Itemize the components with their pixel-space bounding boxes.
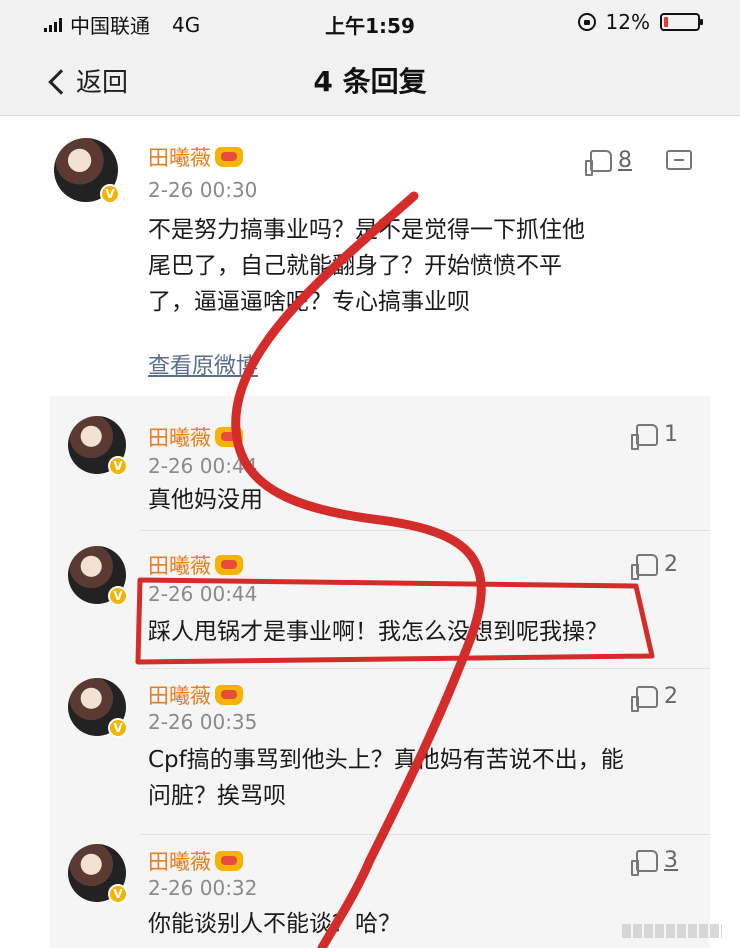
nav-bar: 返回 4 条回复 <box>0 44 740 116</box>
username-row: 田曦薇 <box>148 680 243 710</box>
avatar[interactable]: V <box>68 678 128 738</box>
timestamp: 2-26 00:32 <box>148 876 258 900</box>
username-row: 田曦薇 <box>148 846 243 876</box>
username[interactable]: 田曦薇 <box>148 680 211 710</box>
username[interactable]: 田曦薇 <box>148 846 211 876</box>
divider <box>140 668 710 669</box>
battery-percent: 12% <box>605 10 650 34</box>
avatar[interactable]: V <box>68 416 128 476</box>
timestamp: 2-26 00:35 <box>148 710 258 734</box>
timestamp: 2-26 00:44 <box>148 582 258 606</box>
like-count: 3 <box>664 848 678 873</box>
verified-icon: V <box>108 884 128 904</box>
timestamp: 2-26 00:30 <box>148 178 258 202</box>
comment-icon[interactable] <box>666 150 692 170</box>
avatar[interactable]: V <box>68 844 128 904</box>
thumbs-up-icon <box>631 685 658 712</box>
like-count: 1 <box>664 422 678 447</box>
comment-line: 尾巴了，自己就能翻身了？开始愤愤不平 <box>148 253 562 279</box>
verified-icon: V <box>108 456 128 476</box>
status-right: 12% <box>577 10 703 34</box>
verified-icon: V <box>108 718 128 738</box>
username-row: 田曦薇 <box>148 142 243 172</box>
reply-text: 你能谈别人不能谈？哈？ <box>148 906 401 942</box>
page-title: 4 条回复 <box>313 65 427 98</box>
like-count: 2 <box>664 552 678 577</box>
crown-badge-icon <box>215 685 243 705</box>
reply-line: 踩人甩锅才是事业啊！我怎么没想到呢我操？ <box>148 619 608 645</box>
reply-text: 踩人甩锅才是事业啊！我怎么没想到呢我操？ <box>148 614 608 650</box>
thumbs-up-icon <box>631 423 658 450</box>
crown-badge-icon <box>215 427 243 447</box>
like-count: 2 <box>664 684 678 709</box>
like-button[interactable]: 8 <box>585 148 632 176</box>
divider <box>140 530 710 531</box>
reply-text: Cpf搞的事骂到他头上？真他妈有苦说不出，能 问脏？挨骂呗 <box>148 742 624 814</box>
username[interactable]: 田曦薇 <box>148 422 211 452</box>
like-button[interactable]: 1 <box>631 422 678 450</box>
reply-text: 真他妈没用 <box>148 482 263 518</box>
username[interactable]: 田曦薇 <box>148 142 211 172</box>
like-count: 8 <box>618 148 632 173</box>
reply-line: 你能谈别人不能谈？哈？ <box>148 911 401 937</box>
main-comment: V 田曦薇 2-26 00:30 8 不是努力搞事业吗？是不是觉得一下抓住他 尾… <box>0 116 740 396</box>
avatar[interactable]: V <box>68 546 128 606</box>
verified-icon: V <box>100 184 120 204</box>
like-button[interactable]: 2 <box>631 684 678 712</box>
status-bar: 中国联通 4G 上午1:59 12% <box>0 0 740 44</box>
comment-text: 不是努力搞事业吗？是不是觉得一下抓住他 尾巴了，自己就能翻身了？开始愤愤不平 了… <box>148 212 585 320</box>
reply-line: Cpf搞的事骂到他头上？真他妈有苦说不出，能 <box>148 747 624 773</box>
comment-line: 了，逼逼逼啥呢？专心搞事业呗 <box>148 289 470 315</box>
reply-line: 真他妈没用 <box>148 487 263 513</box>
crown-badge-icon <box>215 147 243 167</box>
like-button[interactable]: 3 <box>631 848 678 876</box>
like-button[interactable]: 2 <box>631 552 678 580</box>
thumbs-up-icon <box>585 149 612 176</box>
verified-icon: V <box>108 586 128 606</box>
reply-line: 问脏？挨骂呗 <box>148 783 286 809</box>
watermark <box>622 924 722 938</box>
battery-icon <box>660 13 703 31</box>
username-row: 田曦薇 <box>148 550 243 580</box>
timestamp: 2-26 00:44 <box>148 454 258 478</box>
crown-badge-icon <box>215 851 243 871</box>
username-row: 田曦薇 <box>148 422 243 452</box>
username[interactable]: 田曦薇 <box>148 550 211 580</box>
thumbs-up-icon <box>631 553 658 580</box>
divider <box>140 834 710 835</box>
comment-line: 不是努力搞事业吗？是不是觉得一下抓住他 <box>148 217 585 243</box>
view-original-link[interactable]: 查看原微博 <box>148 348 258 380</box>
crown-badge-icon <box>215 555 243 575</box>
battery-fill <box>664 17 668 27</box>
avatar[interactable]: V <box>54 138 120 204</box>
rotation-lock-icon <box>577 13 596 31</box>
thumbs-up-icon <box>631 849 658 876</box>
